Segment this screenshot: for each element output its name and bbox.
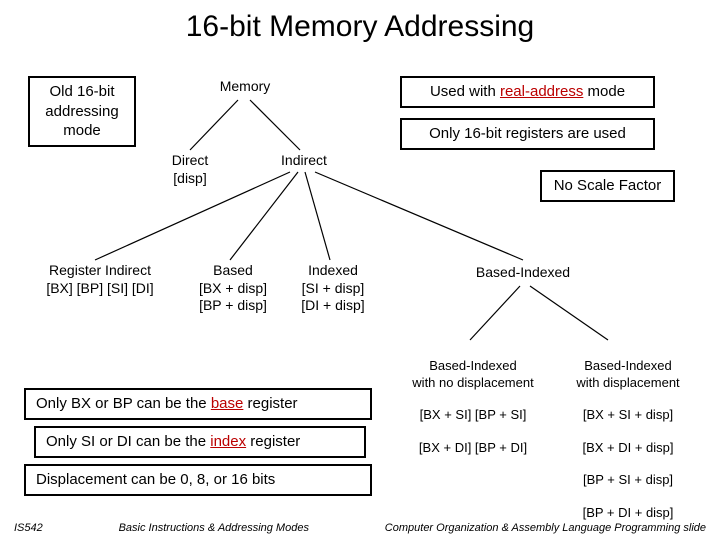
slide-footer: IS542 Basic Instructions & Addressing Mo… bbox=[0, 522, 720, 534]
node-indexed: Indexed [SI + disp] [DI + disp] bbox=[288, 262, 378, 315]
box-used-with: Used with real-address mode bbox=[400, 76, 655, 108]
node-indexed-label: Indexed bbox=[288, 262, 378, 280]
node-bi-disp-e2: [BP + SI + disp] bbox=[563, 472, 693, 488]
node-based-e1: [BP + disp] bbox=[188, 297, 278, 315]
node-memory: Memory bbox=[210, 78, 280, 96]
used-with-post: mode bbox=[583, 83, 625, 100]
node-bi-disp-e0: [BX + SI + disp] bbox=[563, 407, 693, 423]
node-direct: Direct [disp] bbox=[158, 152, 222, 187]
base-post: register bbox=[243, 395, 297, 412]
node-reg-indirect: Register Indirect [BX] [BP] [SI] [DI] bbox=[20, 262, 180, 297]
box-base-reg: Only BX or BP can be the base register bbox=[24, 388, 372, 420]
node-indexed-e1: [DI + disp] bbox=[288, 297, 378, 315]
footer-right: Computer Organization & Assembly Languag… bbox=[385, 522, 706, 534]
index-red: index bbox=[210, 433, 246, 450]
box-only16: Only 16-bit registers are used bbox=[400, 118, 655, 150]
node-bi-disp-e3: [BP + DI + disp] bbox=[563, 505, 693, 521]
index-pre: Only SI or DI can be the bbox=[46, 433, 210, 450]
node-bi-nodisp-e1: [BX + DI] [BP + DI] bbox=[398, 440, 548, 456]
used-with-pre: Used with bbox=[430, 83, 500, 100]
index-post: register bbox=[246, 433, 300, 450]
node-bi-nodisp-e0: [BX + SI] [BP + SI] bbox=[398, 407, 548, 423]
page-title: 16-bit Memory Addressing bbox=[0, 0, 720, 62]
node-based-label: Based bbox=[188, 262, 278, 280]
node-bi-nodisp: Based-Indexed with no displacement [BX +… bbox=[398, 342, 548, 472]
base-red: base bbox=[211, 395, 244, 412]
box-old-mode: Old 16-bit addressing mode bbox=[28, 76, 136, 147]
node-bi-disp-label: Based-Indexed with displacement bbox=[563, 358, 693, 391]
used-with-red: real-address bbox=[500, 83, 583, 100]
footer-center: Basic Instructions & Addressing Modes bbox=[119, 522, 309, 534]
node-direct-expr: [disp] bbox=[158, 170, 222, 188]
node-direct-label: Direct bbox=[158, 152, 222, 170]
base-pre: Only BX or BP can be the bbox=[36, 395, 211, 412]
node-based: Based [BX + disp] [BP + disp] bbox=[188, 262, 278, 315]
footer-left: IS542 bbox=[14, 522, 43, 534]
node-indirect: Indirect bbox=[272, 152, 336, 170]
node-reg-indirect-label: Register Indirect bbox=[20, 262, 180, 280]
node-bi-nodisp-label: Based-Indexed with no displacement bbox=[398, 358, 548, 391]
node-indexed-e0: [SI + disp] bbox=[288, 280, 378, 298]
box-disp: Displacement can be 0, 8, or 16 bits bbox=[24, 464, 372, 496]
box-index-reg: Only SI or DI can be the index register bbox=[34, 426, 366, 458]
box-no-scale: No Scale Factor bbox=[540, 170, 675, 202]
node-based-e0: [BX + disp] bbox=[188, 280, 278, 298]
node-based-indexed: Based-Indexed bbox=[468, 264, 578, 282]
node-bi-disp: Based-Indexed with displacement [BX + SI… bbox=[563, 342, 693, 537]
node-bi-disp-e1: [BX + DI + disp] bbox=[563, 440, 693, 456]
node-reg-indirect-expr: [BX] [BP] [SI] [DI] bbox=[20, 280, 180, 298]
